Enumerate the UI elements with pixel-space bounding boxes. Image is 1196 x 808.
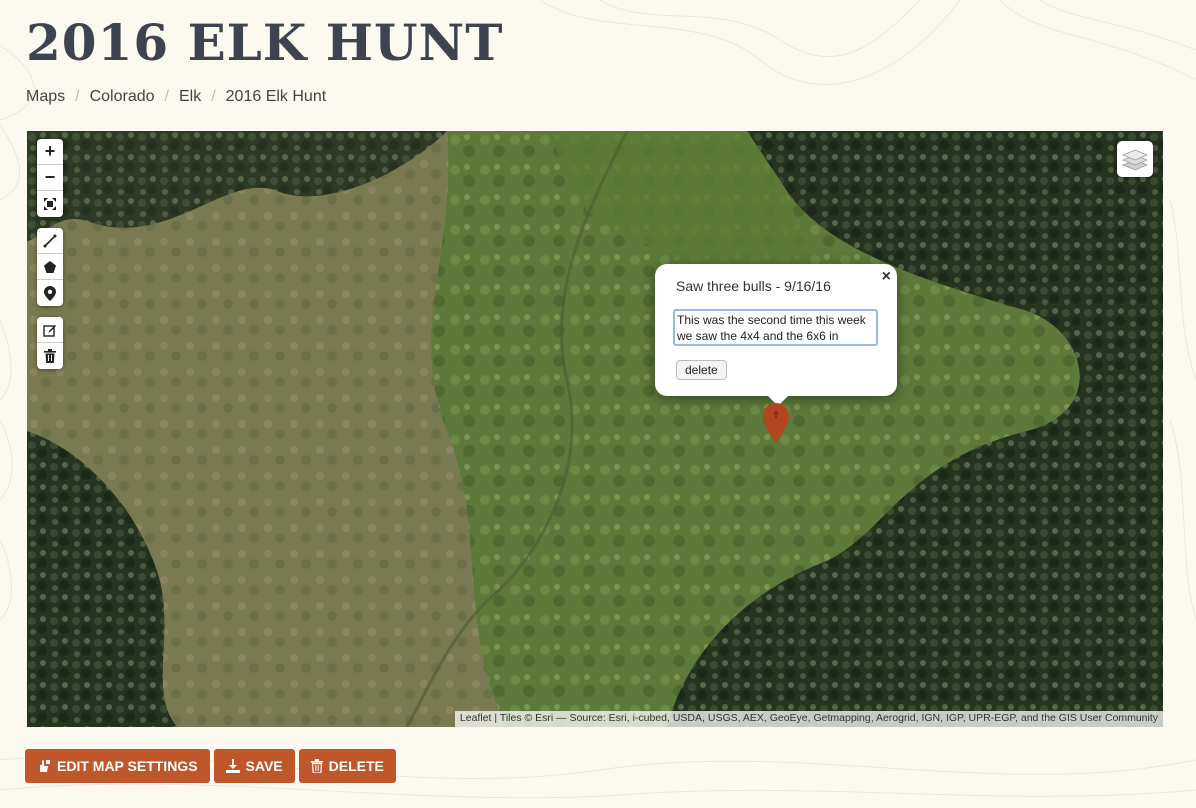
- polygon-icon: [44, 260, 56, 273]
- fullscreen-icon: [44, 198, 56, 210]
- popup-delete-button[interactable]: delete: [676, 360, 727, 380]
- save-label: SAVE: [245, 758, 283, 774]
- draw-polyline-button[interactable]: [37, 228, 63, 254]
- zoom-out-button[interactable]: −: [37, 165, 63, 191]
- delete-map-button[interactable]: DELETE: [298, 749, 396, 783]
- popup-close-button[interactable]: ×: [882, 268, 891, 286]
- aerial-imagery: [27, 131, 1163, 727]
- breadcrumb-maps[interactable]: Maps: [26, 88, 65, 106]
- breadcrumb: Maps / Colorado / Elk / 2016 Elk Hunt: [26, 88, 326, 106]
- layers-icon: [1122, 149, 1148, 171]
- page-title: 2016 ELK HUNT: [26, 13, 504, 72]
- breadcrumb-separator: /: [211, 88, 216, 105]
- breadcrumb-elk[interactable]: Elk: [179, 88, 201, 106]
- edit-hand-icon: [40, 760, 50, 772]
- polyline-icon: [43, 234, 57, 247]
- edit-icon: [43, 324, 56, 337]
- breadcrumb-colorado[interactable]: Colorado: [90, 88, 155, 106]
- save-button[interactable]: SAVE: [213, 749, 295, 783]
- popup-title: Saw three bulls - 9/16/16: [676, 278, 831, 294]
- popup-note-field[interactable]: [673, 309, 878, 346]
- breadcrumb-separator: /: [164, 88, 169, 105]
- zoom-in-button[interactable]: +: [37, 139, 63, 165]
- layers-control[interactable]: [1117, 141, 1153, 177]
- breadcrumb-separator: /: [75, 88, 80, 105]
- edit-map-settings-button[interactable]: EDIT MAP SETTINGS: [25, 749, 210, 783]
- download-icon: [225, 759, 240, 773]
- delete-label: DELETE: [328, 758, 384, 774]
- edit-layers-button[interactable]: [37, 317, 63, 343]
- breadcrumb-current: 2016 Elk Hunt: [225, 88, 327, 105]
- draw-toolbar: [37, 228, 63, 306]
- marker-icon: [44, 285, 56, 301]
- delete-layers-button[interactable]: [37, 343, 63, 369]
- edit-toolbar: [37, 317, 63, 369]
- map-marker-icon[interactable]: [763, 403, 789, 443]
- zoom-controls: + −: [37, 139, 63, 217]
- marker-popup: Saw three bulls - 9/16/16 × delete: [655, 264, 897, 396]
- map-actions: EDIT MAP SETTINGS SAVE DELETE: [25, 749, 396, 783]
- map-attribution: Leaflet | Tiles © Esri — Source: Esri, i…: [454, 711, 1163, 727]
- fullscreen-button[interactable]: [37, 191, 63, 217]
- draw-polygon-button[interactable]: [37, 254, 63, 280]
- map-canvas[interactable]: + − Saw three bulls - 9/16/16 × This was…: [27, 131, 1163, 727]
- draw-marker-button[interactable]: [37, 280, 63, 306]
- trash-icon: [310, 759, 323, 773]
- edit-map-settings-label: EDIT MAP SETTINGS: [57, 758, 198, 774]
- trash-icon: [44, 349, 56, 363]
